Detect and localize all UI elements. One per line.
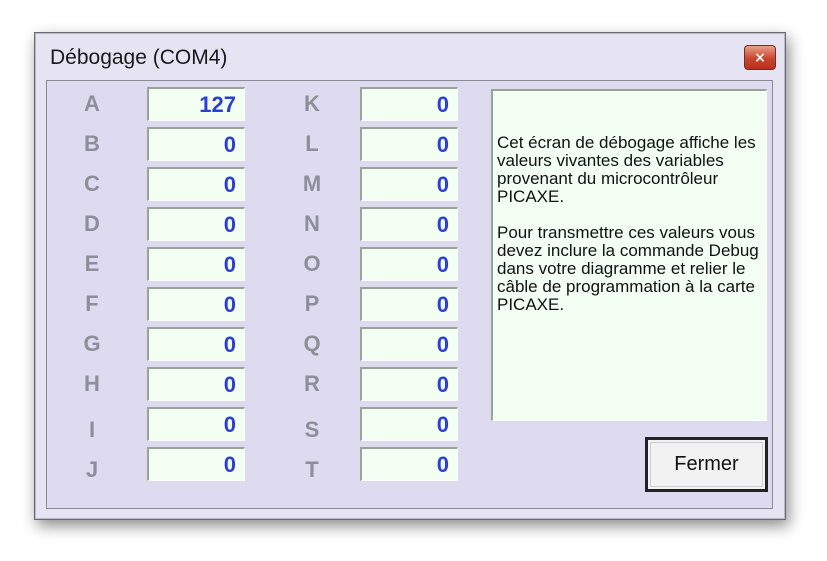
variable-label-r: R [304, 371, 320, 396]
variable-label-g: G [83, 331, 101, 356]
variable-value-q: 0 [360, 327, 458, 361]
variable-value-g: 0 [147, 327, 245, 361]
variable-label-j: J [85, 457, 99, 482]
fermer-button[interactable]: Fermer [645, 437, 768, 492]
debug-panel: A 127 B 0 C 0 D 0 E 0 F 0 G 0 H 0 I 0 J 0 K 0 L 0 M 0 N 0 O 0 P 0 Q 0 R 0 S 0… [46, 80, 773, 509]
variable-value-s: 0 [360, 407, 458, 441]
debug-window: Débogage (COM4) × A 127 B 0 C 0 D 0 E 0 F 0 G 0 H 0 I 0 J 0… [34, 32, 786, 520]
variable-label-m: M [302, 171, 322, 196]
variable-label-o: O [303, 251, 321, 276]
variable-label-f: F [85, 291, 99, 316]
variable-label-i: I [88, 417, 96, 442]
info-paragraph-2: Pour transmettre ces valeurs vous devez … [497, 223, 759, 314]
variable-value-t: 0 [360, 447, 458, 481]
info-paragraph-1: Cet écran de débogage affiche les valeur… [497, 133, 756, 206]
variable-label-n: N [304, 211, 320, 236]
window-title: Débogage (COM4) [50, 46, 228, 69]
variable-value-h: 0 [147, 367, 245, 401]
variable-value-j: 0 [147, 447, 245, 481]
variable-label-k: K [304, 91, 320, 116]
variable-value-k: 0 [360, 87, 458, 121]
variable-value-e: 0 [147, 247, 245, 281]
variable-value-o: 0 [360, 247, 458, 281]
variable-value-c: 0 [147, 167, 245, 201]
variable-value-d: 0 [147, 207, 245, 241]
variable-label-t: T [305, 457, 319, 482]
variable-value-r: 0 [360, 367, 458, 401]
variable-label-b: B [84, 131, 100, 156]
variable-value-b: 0 [147, 127, 245, 161]
variable-label-p: P [304, 291, 320, 316]
info-panel: Cet écran de débogage affiche les valeur… [491, 89, 767, 421]
variable-value-a: 127 [147, 87, 245, 121]
variable-value-f: 0 [147, 287, 245, 321]
variable-label-a: A [84, 91, 100, 116]
variable-value-n: 0 [360, 207, 458, 241]
variable-label-d: D [84, 211, 100, 236]
variable-label-h: H [84, 371, 100, 396]
variable-value-p: 0 [360, 287, 458, 321]
variable-label-c: C [84, 171, 100, 196]
title-bar[interactable]: Débogage (COM4) × [35, 33, 785, 79]
window-close-button[interactable]: × [744, 45, 776, 70]
close-icon: × [754, 49, 766, 66]
variable-label-q: Q [303, 331, 321, 356]
variable-value-l: 0 [360, 127, 458, 161]
variable-label-l: L [305, 131, 319, 156]
variable-value-m: 0 [360, 167, 458, 201]
variable-label-e: E [84, 251, 100, 276]
variable-label-s: S [304, 417, 320, 442]
variable-value-i: 0 [147, 407, 245, 441]
